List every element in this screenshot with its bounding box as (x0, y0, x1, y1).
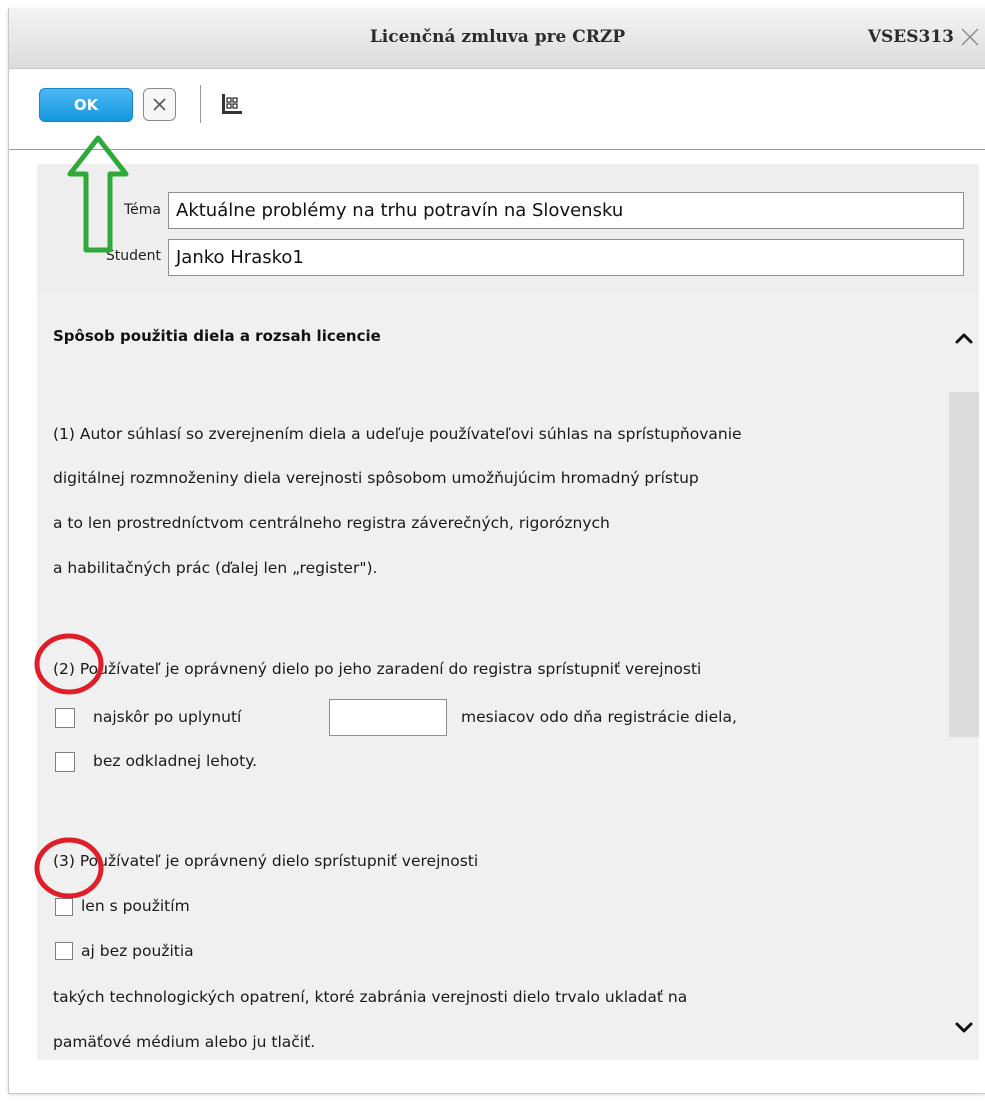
chevron-up-icon[interactable] (951, 327, 977, 349)
ok-button[interactable]: OK (39, 88, 133, 122)
option-no-delay-checkbox[interactable] (55, 752, 75, 772)
option-without-label: aj bez použitia (81, 942, 194, 960)
form-content: Téma Aktuálne problémy na trhu potravín … (37, 164, 979, 1060)
option-no-delay-label: bez odkladnej lehoty. (93, 752, 258, 770)
p1-line-3: a to len prostredníctvom centrálneho reg… (53, 514, 610, 532)
option-delay-label-after: mesiacov odo dňa registrácie diela, (461, 708, 737, 726)
license-dialog: Licenčná zmluva pre CRZP VSES313 OK Téma (8, 8, 985, 1094)
thesis-info-panel: Téma Aktuálne problémy na trhu potravín … (37, 164, 979, 292)
dialog-footer (9, 1074, 985, 1093)
dialog-title: Licenčná zmluva pre CRZP (369, 27, 626, 47)
grid-icon[interactable] (220, 93, 244, 115)
license-terms: Spôsob použitia diela a rozsah licencie … (41, 297, 979, 1060)
p3-intro: (3) Používateľ je oprávnený dielo spríst… (53, 852, 479, 870)
close-icon[interactable] (958, 25, 982, 49)
p2-intro: (2) Používateľ je oprávnený dielo po jeh… (53, 660, 702, 678)
student-label: Študent (105, 248, 161, 264)
p3-tail-line-1: takých technologických opatrení, ktoré z… (53, 988, 688, 1006)
chevron-down-icon[interactable] (951, 1017, 977, 1039)
option-with-checkbox[interactable] (55, 898, 73, 916)
p1-line-2: digitálnej rozmnoženiny diela verejnosti… (53, 469, 699, 487)
student-field[interactable]: Janko Hrasko1 (168, 239, 964, 276)
title-bar: Licenčná zmluva pre CRZP VSES313 (9, 8, 985, 69)
p1-line-1: (1) Autor súhlasí so zverejnením diela a… (53, 425, 742, 443)
toolbar: OK (9, 69, 985, 150)
option-delay-label-before: najskôr po uplynutí (93, 708, 242, 726)
topic-field[interactable]: Aktuálne problémy na trhu potravín na Sl… (168, 192, 964, 229)
toolbar-separator (200, 85, 201, 123)
p3-tail-line-2: pamäťové médium alebo ju tlačiť. (53, 1033, 316, 1051)
section-heading: Spôsob použitia diela a rozsah licencie (53, 327, 381, 345)
cancel-button[interactable] (143, 88, 176, 121)
p1-line-4: a habilitačných prác (ďalej len „registe… (53, 559, 378, 577)
topic-label: Téma (123, 202, 161, 218)
months-input[interactable] (329, 699, 447, 736)
option-delay-checkbox[interactable] (55, 708, 75, 728)
option-without-checkbox[interactable] (55, 942, 73, 960)
option-with-label: len s použitím (81, 897, 190, 915)
form-code: VSES313 (867, 27, 954, 47)
close-icon (153, 98, 166, 111)
scrollbar-thumb[interactable] (949, 392, 979, 737)
